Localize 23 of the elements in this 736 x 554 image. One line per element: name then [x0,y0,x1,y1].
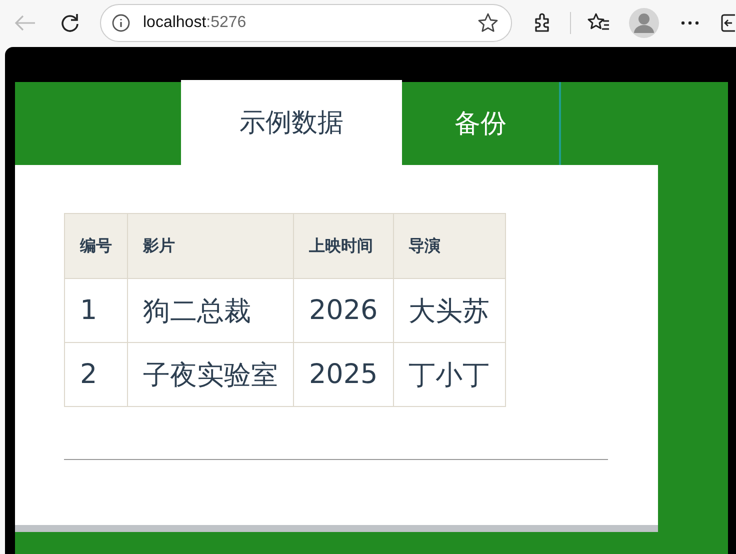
table-cell: 丁小丁 [393,342,506,406]
table-cell: 狗二总裁 [128,278,294,342]
scrollbar[interactable] [15,525,658,532]
table-cell: 1 [64,278,128,342]
column-header: 导演 [393,214,506,278]
column-header: 编号 [64,214,128,278]
reload-icon[interactable] [60,12,80,32]
tab[interactable]: 示例数据 [181,80,402,165]
more-icon[interactable] [681,20,699,24]
column-header: 上映时间 [294,214,394,278]
url-host: localhost [143,14,206,32]
table-cell: 大头苏 [393,278,506,342]
table-cell: 子夜实验室 [128,342,294,406]
sidebar-icon[interactable] [721,14,735,32]
avatar-icon[interactable] [629,8,659,38]
info-icon[interactable] [111,12,131,32]
table-cell: 2 [64,342,128,406]
table-cell: 2025 [294,342,394,406]
url-port: :5276 [206,14,246,32]
address-bar[interactable]: localhost:5276 [100,4,512,42]
column-header: 影片 [128,214,294,278]
table-cell: 2026 [294,278,394,342]
star-icon[interactable] [477,12,499,34]
